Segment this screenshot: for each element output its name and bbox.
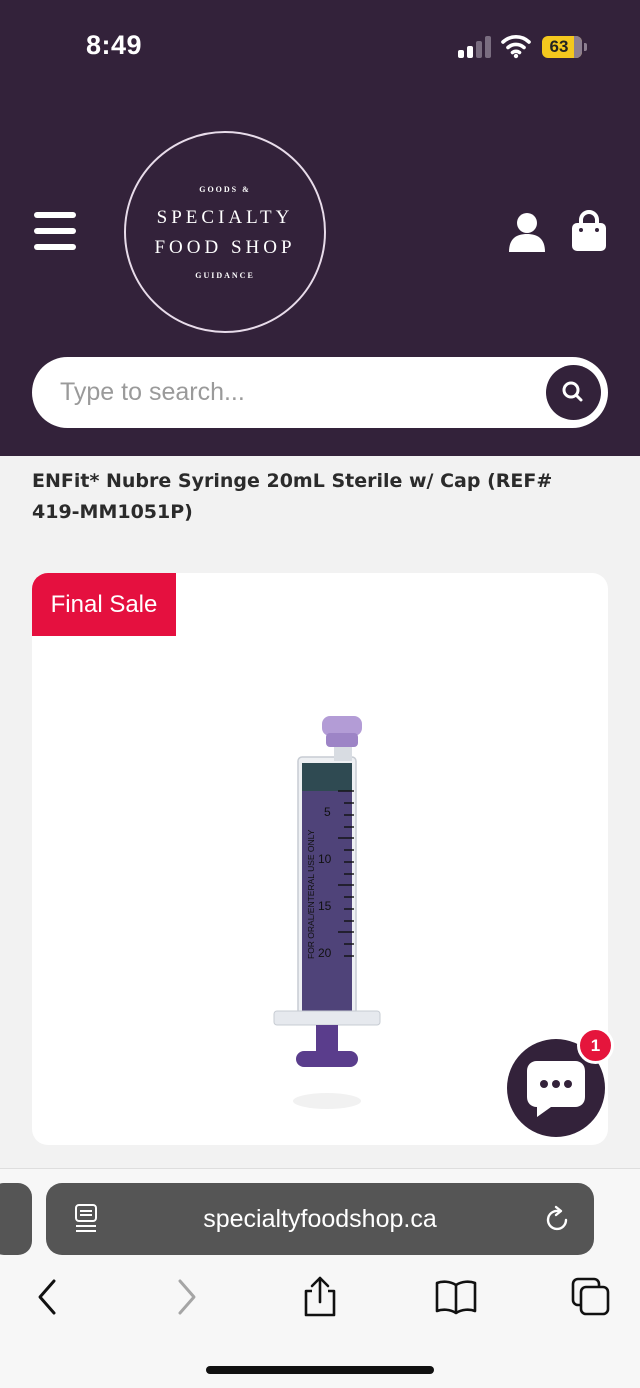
search-icon (562, 381, 583, 402)
logo-tagline-bottom: GUIDANCE (195, 271, 255, 280)
cellular-signal-icon (458, 36, 492, 58)
battery-tip (584, 43, 587, 51)
wifi-icon (501, 35, 531, 59)
previous-tab-preview[interactable] (0, 1183, 32, 1255)
user-icon[interactable] (508, 212, 546, 252)
address-bar[interactable]: specialtyfoodshop.ca (46, 1183, 594, 1255)
home-indicator[interactable] (206, 1366, 434, 1374)
battery-level: 63 (549, 37, 569, 56)
site-logo[interactable]: GOODS & SPECIALTY FOOD SHOP GUIDANCE (124, 131, 326, 333)
logo-text-line2: FOOD SHOP (154, 237, 296, 258)
share-icon[interactable] (298, 1275, 342, 1319)
bookmarks-icon[interactable] (434, 1275, 478, 1319)
scale-mark-10: 10 (318, 852, 332, 866)
logo-tagline-top: GOODS & (199, 185, 251, 194)
status-time: 8:49 (86, 30, 143, 60)
site-header: 8:49 63 GOODS & SPECIALTY FOOD SHOP GUID… (0, 0, 640, 456)
back-icon[interactable] (26, 1275, 70, 1319)
url-text: specialtyfoodshop.ca (203, 1205, 437, 1233)
search-button[interactable] (546, 365, 601, 420)
search-input[interactable] (60, 357, 540, 428)
syringe-label-text: FOR ORAL/ENTERAL USE ONLY (306, 829, 316, 959)
shopping-bag-icon[interactable] (570, 210, 608, 252)
forward-icon[interactable] (164, 1275, 208, 1319)
scale-mark-20: 20 (318, 946, 332, 960)
reader-mode-icon[interactable] (74, 1203, 100, 1233)
syringe-product-image: 5 10 15 20 FOR ORAL/ENTERAL USE ONLY (273, 716, 381, 1109)
scale-mark-5: 5 (324, 805, 331, 819)
hamburger-menu-icon[interactable] (34, 212, 76, 250)
tabs-icon[interactable] (569, 1275, 613, 1319)
final-sale-badge: Final Sale (32, 573, 176, 636)
search-bar (32, 357, 608, 428)
scale-mark-15: 15 (318, 899, 332, 913)
chat-unread-badge: 1 (577, 1027, 614, 1064)
battery-indicator: 63 (542, 36, 582, 58)
reload-icon[interactable] (545, 1205, 571, 1233)
product-title: ENFit* Nubre Syringe 20mL Sterile w/ Cap… (32, 470, 553, 523)
logo-text-line1: SPECIALTY (156, 207, 294, 228)
